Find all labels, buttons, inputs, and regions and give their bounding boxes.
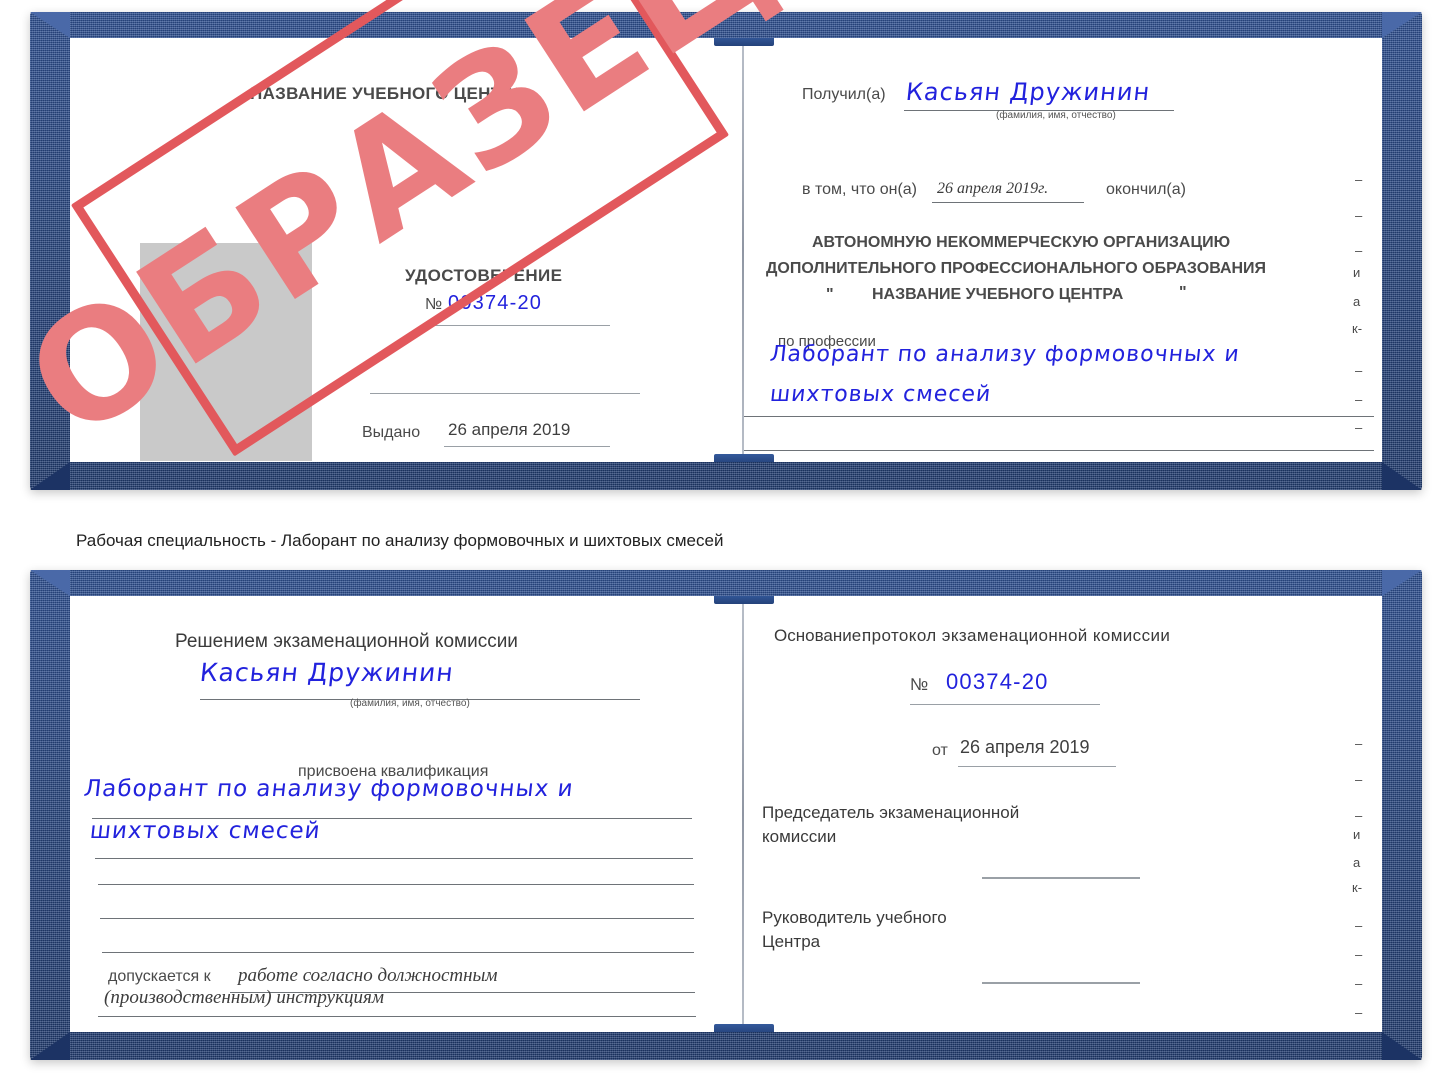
received-name-handwritten: Касьян Дружинин bbox=[904, 78, 1152, 106]
cover-2-bevel-tr bbox=[1382, 570, 1422, 596]
admitted-rule-2 bbox=[98, 1016, 696, 1017]
qualified-person-name: Касьян Дружинин bbox=[198, 658, 456, 687]
edge-fragment: – bbox=[1355, 976, 1363, 991]
basis-value: протокол экзаменационной комиссии bbox=[862, 626, 1171, 645]
cover-1-bevel-br bbox=[1382, 462, 1422, 490]
cover-1-bevel-bl bbox=[30, 462, 70, 490]
head-of-center-signature-rule bbox=[982, 982, 1140, 984]
head-of-center-label-line-1: Руководитель учебного bbox=[762, 908, 947, 927]
qualification-value-line-2: шихтовых смесей bbox=[88, 818, 322, 844]
blank-rule-1 bbox=[370, 393, 640, 394]
profession-rule-2 bbox=[744, 450, 1374, 451]
certificate-number-label: № bbox=[425, 296, 443, 313]
profession-value-line-1: Лаборант по анализу формовочных и bbox=[768, 342, 1242, 367]
protocol-number-label: № bbox=[910, 675, 929, 694]
certificate-1-left-page: НАЗВАНИЕ УЧЕБНОГО ЦЕНТРА УДОСТОВЕРЕНИЕ №… bbox=[70, 38, 742, 462]
chairman-label-line-2: комиссии bbox=[762, 827, 837, 846]
protocol-date-label: от bbox=[932, 742, 948, 759]
edge-fragment: к- bbox=[1352, 880, 1363, 895]
basis-label: Основание: bbox=[774, 626, 866, 645]
certificate-1-cover: НАЗВАНИЕ УЧЕБНОГО ЦЕНТРА УДОСТОВЕРЕНИЕ №… bbox=[30, 12, 1422, 490]
edge-fragment: – bbox=[1355, 1005, 1363, 1020]
certificate-2-cover: Решением экзаменационной комиссии Касьян… bbox=[30, 570, 1422, 1060]
qualification-rule-2 bbox=[95, 858, 693, 859]
cover-1-bevel-tl bbox=[30, 12, 70, 38]
protocol-number-value: 00374-20 bbox=[946, 669, 1049, 694]
edge-fragment: – bbox=[1355, 243, 1363, 258]
issued-rule bbox=[444, 446, 610, 447]
edge-fragment: – bbox=[1355, 172, 1363, 187]
certificate-1-spread: НАЗВАНИЕ УЧЕБНОГО ЦЕНТРА УДОСТОВЕРЕНИЕ №… bbox=[70, 38, 1382, 462]
edge-fragment: – bbox=[1355, 947, 1363, 962]
finished-label: окончил(а) bbox=[1106, 181, 1186, 198]
qualified-person-fio-hint: (фамилия, имя, отчество) bbox=[350, 698, 470, 709]
edge-fragment: – bbox=[1355, 392, 1363, 407]
head-of-center-label-line-2: Центра bbox=[762, 932, 821, 951]
received-fio-hint: (фамилия, имя, отчество) bbox=[996, 110, 1116, 121]
organization-quote-open: " bbox=[826, 286, 834, 303]
page-caption: Рабочая специальность - Лаборант по анал… bbox=[76, 531, 724, 550]
edge-fragment: – bbox=[1355, 808, 1363, 823]
organization-name: НАЗВАНИЕ УЧЕБНОГО ЦЕНТРА bbox=[872, 286, 1124, 303]
training-center-name-heading: НАЗВАНИЕ УЧЕБНОГО ЦЕНТРА bbox=[250, 84, 525, 103]
certificate-2-left-page: Решением экзаменационной комиссии Касьян… bbox=[70, 596, 742, 1032]
organization-line-2: ДОПОЛНИТЕЛЬНОГО ПРОФЕССИОНАЛЬНОГО ОБРАЗО… bbox=[766, 260, 1267, 277]
cover-1-bevel-tr bbox=[1382, 12, 1422, 38]
admitted-value-line-2: (производственным) инструкциям bbox=[104, 987, 384, 1008]
cover-2-bevel-bl bbox=[30, 1032, 70, 1060]
completion-date-rule bbox=[932, 202, 1084, 203]
edge-fragment: и bbox=[1353, 265, 1361, 280]
chairman-signature-rule bbox=[982, 877, 1140, 879]
edge-fragment: – bbox=[1355, 772, 1363, 787]
edge-fragment: а bbox=[1353, 294, 1361, 309]
blank-rule-c bbox=[102, 952, 694, 953]
certificate-2-right-page: Основание: протокол экзаменационной коми… bbox=[744, 596, 1382, 1032]
blank-rule-b bbox=[100, 918, 694, 919]
photo-placeholder bbox=[140, 243, 312, 461]
edge-fragment: – bbox=[1355, 918, 1363, 933]
that-he-label: в том, что он(а) bbox=[802, 181, 917, 198]
certificate-1-right-page: Получил(а) Касьян Дружинин (фамилия, имя… bbox=[744, 38, 1382, 462]
edge-fragment: а bbox=[1353, 855, 1361, 870]
profession-value-line-2: шихтовых смесей bbox=[768, 382, 993, 407]
edge-fragment: – bbox=[1355, 420, 1363, 435]
issued-value: 26 апреля 2019 bbox=[448, 420, 571, 439]
issued-label: Выдано bbox=[362, 424, 421, 441]
chairman-label-line-1: Председатель экзаменационной bbox=[762, 803, 1020, 822]
organization-line-1: АВТОНОМНУЮ НЕКОММЕРЧЕСКУЮ ОРГАНИЗАЦИЮ bbox=[812, 234, 1231, 251]
admitted-value-line-1: работе согласно должностным bbox=[238, 965, 498, 986]
certificate-number-rule bbox=[425, 325, 610, 326]
protocol-date-value: 26 апреля 2019 bbox=[960, 737, 1090, 757]
protocol-date-rule bbox=[958, 766, 1116, 767]
received-label: Получил(а) bbox=[802, 86, 886, 103]
edge-fragment: к- bbox=[1352, 321, 1363, 336]
edge-fragment: – bbox=[1355, 363, 1363, 378]
profession-rule-1 bbox=[744, 416, 1374, 417]
blank-rule-a bbox=[98, 884, 694, 885]
protocol-number-rule bbox=[910, 704, 1100, 705]
cover-2-bevel-br bbox=[1382, 1032, 1422, 1060]
edge-fragment: и bbox=[1353, 827, 1361, 842]
admitted-label: допускается к bbox=[108, 968, 211, 985]
completion-date-value: 26 апреля 2019г. bbox=[937, 180, 1049, 197]
edge-fragment: – bbox=[1355, 208, 1363, 223]
document-title: УДОСТОВЕРЕНИЕ bbox=[405, 266, 563, 285]
certificate-number-value: 00374-20 bbox=[448, 292, 543, 314]
edge-fragment: – bbox=[1355, 736, 1363, 751]
cover-2-bevel-tl bbox=[30, 570, 70, 596]
certificate-2-spread: Решением экзаменационной комиссии Касьян… bbox=[70, 596, 1382, 1032]
commission-decision-heading: Решением экзаменационной комиссии bbox=[175, 631, 518, 652]
qualification-value-line-1: Лаборант по анализу формовочных и bbox=[82, 776, 575, 802]
organization-quote-close: " bbox=[1179, 284, 1187, 301]
